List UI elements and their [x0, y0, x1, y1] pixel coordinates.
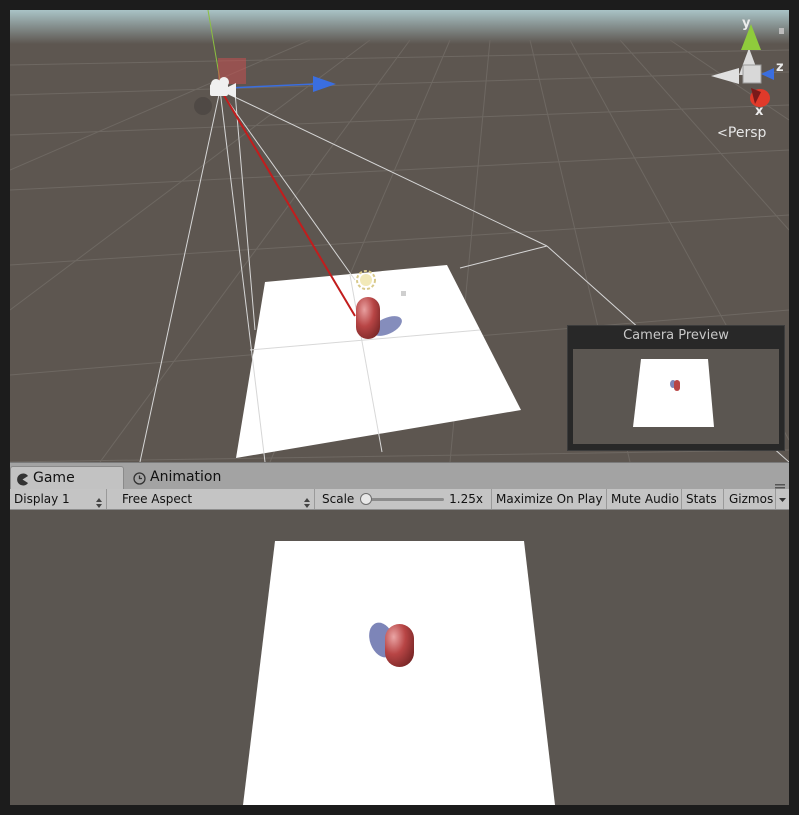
unity-editor-frame: y z x <Persp Camera Preview Game Animati… — [10, 10, 789, 805]
game-plane — [243, 541, 555, 805]
y-axis-label: y — [742, 16, 751, 31]
z-axis-label: z — [776, 60, 784, 75]
projection-toggle[interactable]: <Persp — [717, 125, 766, 141]
mute-audio-button[interactable]: Mute Audio — [607, 489, 682, 509]
maximize-on-play-button[interactable]: Maximize On Play — [492, 489, 607, 509]
ground-plane[interactable] — [236, 265, 521, 458]
stats-label: Stats — [686, 492, 717, 506]
scale-label: Scale — [322, 492, 355, 506]
projection-label: Persp — [727, 125, 767, 141]
preview-capsule — [674, 380, 680, 391]
z-axis-cone[interactable] — [761, 68, 774, 80]
gizmos-label: Gizmos — [729, 492, 774, 506]
camera-preview-title: Camera Preview — [623, 328, 729, 343]
lock-icon[interactable] — [779, 28, 784, 34]
tab-bar: Game Animation — [10, 462, 789, 492]
scene-orientation-gizmo[interactable]: y z x <Persp — [699, 10, 789, 150]
mute-audio-label: Mute Audio — [611, 492, 679, 506]
dropdown-arrow-icon — [779, 492, 786, 506]
capsule-object[interactable] — [356, 297, 380, 339]
gizmos-button[interactable]: Gizmos — [724, 489, 776, 509]
chevron-left-icon: < — [717, 126, 728, 141]
game-view[interactable] — [10, 510, 789, 805]
display-dropdown[interactable]: Display 1 — [10, 489, 107, 509]
tab-game-label: Game — [33, 470, 75, 486]
scene-view[interactable]: y z x <Persp Camera Preview — [10, 10, 789, 462]
camera-preview-panel: Camera Preview — [567, 325, 785, 451]
game-viewport — [243, 541, 555, 805]
neg-x-cone[interactable] — [711, 68, 739, 84]
camera-preview-viewport — [573, 349, 779, 444]
display-value: Display 1 — [14, 492, 70, 506]
tab-game[interactable]: Game — [10, 466, 124, 490]
preview-plane — [633, 359, 714, 427]
pivot-marker — [401, 291, 406, 296]
scale-slider-thumb[interactable] — [360, 493, 372, 505]
tab-animation-label: Animation — [150, 469, 222, 485]
x-axis-label: x — [755, 104, 764, 119]
gizmos-dropdown[interactable] — [776, 489, 789, 509]
game-toolbar: Display 1 Free Aspect Scale 1.25x Maximi… — [10, 489, 789, 510]
game-capsule — [385, 624, 414, 667]
stats-button[interactable]: Stats — [682, 489, 724, 509]
maximize-on-play-label: Maximize On Play — [496, 492, 603, 506]
z-arrow-head[interactable] — [313, 76, 336, 92]
scale-value: 1.25x — [449, 492, 483, 506]
tab-animation[interactable]: Animation — [128, 466, 268, 490]
scale-slider-track[interactable] — [368, 498, 444, 501]
aspect-dropdown[interactable]: Free Aspect — [114, 489, 315, 509]
horizon-sky — [10, 10, 789, 44]
aspect-value: Free Aspect — [122, 492, 193, 506]
